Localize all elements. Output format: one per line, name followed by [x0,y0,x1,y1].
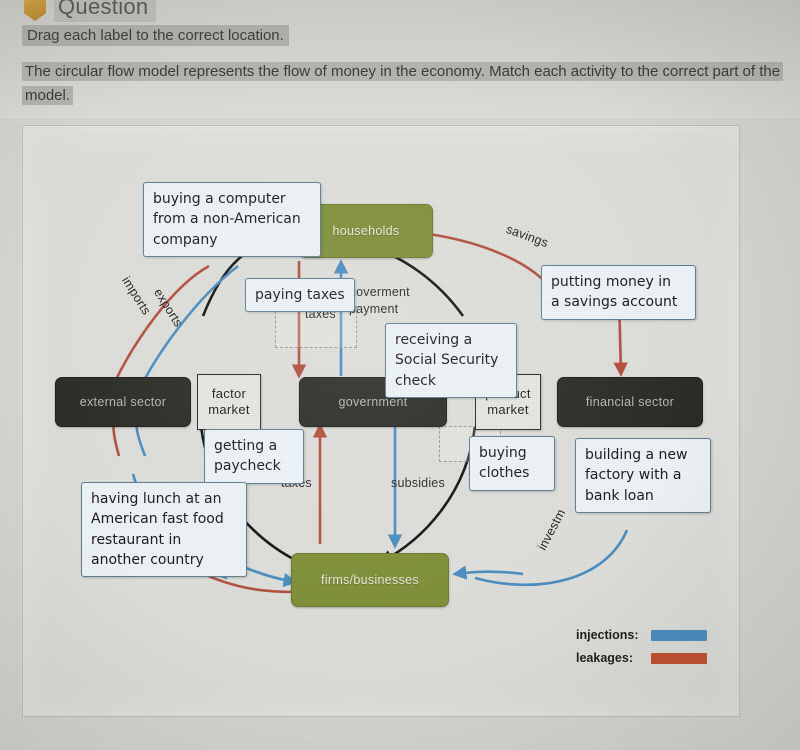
answer-label-paying-taxes[interactable]: paying taxes [245,278,355,313]
answer-label-putting-money-savings[interactable]: putting money in a savings account [541,265,696,320]
legend-row-leakages: leakages: [576,651,707,665]
flow-arrow-investment-in [452,565,524,580]
answer-label-savings-line2: a savings account [551,294,678,311]
flow-label-government-payment-line2: payment [349,301,399,316]
node-financial-sector[interactable]: financial sector [557,377,703,427]
answer-label-paycheck-line2: paycheck [214,458,281,475]
answer-label-buying-computer-line2: from a non-American [153,211,301,228]
flow-label-subsidies: subsidies [391,476,445,490]
answer-label-lunch-line1: having lunch at an [91,491,222,507]
answer-label-factory-line3: bank loan [585,487,654,504]
node-firms-businesses[interactable]: firms/businesses [291,553,449,607]
answer-label-ss-line3: check [395,372,436,389]
answer-label-social-security-check[interactable]: receiving a Social Security check [385,323,517,398]
answer-label-clothes-line1: buying [479,445,527,461]
answer-label-lunch-line4: another country [91,551,204,568]
drag-instruction: Drag each label to the correct location. [22,25,289,46]
answer-label-ss-line1: receiving a [395,332,473,348]
page-title: Question [54,0,157,22]
answer-label-buying-computer-line1: buying a computer [153,191,286,207]
flow-label-government-payment: goverment payment [349,284,410,318]
legend-row-injections: injections: [576,628,707,642]
answer-label-savings-line1: putting money in [551,274,672,290]
answer-label-lunch-line2: American fast food [91,511,224,528]
answer-label-factory-line2: factory with a [585,467,682,484]
legend-swatch-leakages [651,652,707,664]
question-prompt-text: The circular flow model represents the f… [22,62,784,105]
answer-label-clothes-line2: clothes [479,465,530,482]
answer-label-buying-computer-line3: company [153,231,218,248]
question-title-bar: Question [24,0,157,22]
flow-label-government-payment-line1: goverment [349,285,410,299]
answer-label-lunch-line3: restaurant in [91,531,182,548]
node-households-label: households [332,224,400,238]
legend-label-injections: injections: [576,628,639,642]
answer-label-buying-computer[interactable]: buying a computer from a non-American co… [143,182,321,257]
legend: injections: leakages: [576,628,707,674]
answer-label-buying-clothes[interactable]: buying clothes [469,436,555,491]
node-external-sector-label: external sector [79,395,167,409]
node-external-sector[interactable]: external sector [55,377,191,427]
answer-label-ss-line2: Social Security [395,352,499,369]
answer-label-having-lunch-abroad[interactable]: having lunch at an American fast food re… [81,482,247,578]
question-header: Question Drag each label to the correct … [0,0,800,118]
answer-label-paying-taxes-text: paying taxes [255,287,345,303]
diagram-canvas[interactable]: households external sector government fi… [22,125,740,717]
legend-swatch-injections [651,629,707,641]
question-badge-icon [24,0,46,21]
answer-label-getting-paycheck[interactable]: getting a paycheck [204,429,304,484]
answer-label-building-factory[interactable]: building a new factory with a bank loan [575,438,711,513]
node-factor-market-line2: market [208,402,250,417]
node-financial-sector-label: financial sector [585,395,675,409]
answer-label-factory-line1: building a new [585,447,688,463]
node-product-market-line2: market [487,402,529,417]
legend-label-leakages: leakages: [576,651,633,665]
node-factor-market-line1: factor [211,385,247,401]
answer-label-paycheck-line1: getting a [214,438,278,454]
node-firms-businesses-label: firms/businesses [321,573,419,587]
node-factor-market[interactable]: factor market [197,374,261,430]
question-prompt: The circular flow model represents the f… [22,60,784,108]
